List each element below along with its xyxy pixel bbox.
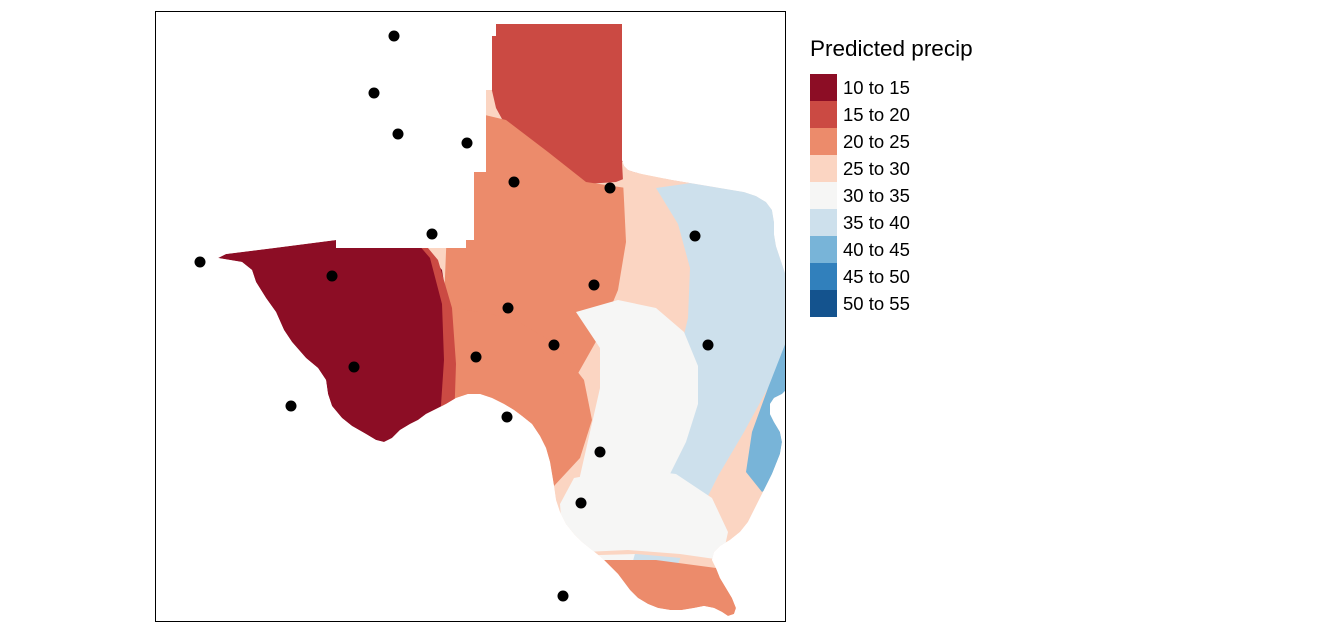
legend-label: 30 to 35 <box>843 185 910 206</box>
station-marker <box>502 302 514 314</box>
legend-label: 10 to 15 <box>843 77 910 98</box>
station-marker <box>557 590 569 602</box>
station-marker <box>689 230 701 242</box>
legend-label: 15 to 20 <box>843 104 910 125</box>
legend-swatch <box>810 209 837 236</box>
station-marker <box>702 339 714 351</box>
station-marker <box>326 270 338 282</box>
station-marker <box>388 30 400 42</box>
station-marker <box>548 339 560 351</box>
legend-item: 25 to 30 <box>810 155 1070 182</box>
legend-swatch <box>810 236 837 263</box>
legend-swatch <box>810 74 837 101</box>
station-marker <box>392 128 404 140</box>
map-panel <box>155 11 786 622</box>
station-marker <box>604 182 616 194</box>
legend-item: 50 to 55 <box>810 290 1070 317</box>
station-marker <box>348 361 360 373</box>
station-marker <box>194 256 206 268</box>
station-marker <box>368 87 380 99</box>
station-marker <box>575 497 587 509</box>
station-marker <box>470 351 482 363</box>
legend-swatch <box>810 155 837 182</box>
station-marker <box>285 400 297 412</box>
legend: Predicted precip 10 to 15 15 to 20 20 to 2… <box>810 36 1070 317</box>
legend-label: 50 to 55 <box>843 293 910 314</box>
legend-item: 10 to 15 <box>810 74 1070 101</box>
station-marker <box>508 176 520 188</box>
legend-title: Predicted precip <box>810 36 973 61</box>
legend-label: 40 to 45 <box>843 239 910 260</box>
legend-item: 35 to 40 <box>810 209 1070 236</box>
legend-label: 45 to 50 <box>843 266 910 287</box>
legend-item: 45 to 50 <box>810 263 1070 290</box>
legend-item: 15 to 20 <box>810 101 1070 128</box>
station-marker <box>501 411 513 423</box>
legend-swatch <box>810 182 837 209</box>
legend-item: 20 to 25 <box>810 128 1070 155</box>
legend-swatch <box>810 263 837 290</box>
legend-item: 40 to 45 <box>810 236 1070 263</box>
legend-label: 20 to 25 <box>843 131 910 152</box>
legend-label: 35 to 40 <box>843 212 910 233</box>
legend-item: 30 to 35 <box>810 182 1070 209</box>
station-marker <box>426 228 438 240</box>
legend-swatch <box>810 128 837 155</box>
legend-swatch <box>810 101 837 128</box>
station-marker <box>461 137 473 149</box>
precipitation-map-figure: Predicted precip 10 to 15 15 to 20 20 to 2… <box>0 0 1344 633</box>
legend-item-list: 10 to 15 15 to 20 20 to 25 25 to 30 30 to 35… <box>810 74 1070 317</box>
texas-precipitation-map <box>156 12 785 621</box>
station-marker <box>594 446 606 458</box>
legend-swatch <box>810 290 837 317</box>
legend-label: 25 to 30 <box>843 158 910 179</box>
station-marker <box>588 279 600 291</box>
